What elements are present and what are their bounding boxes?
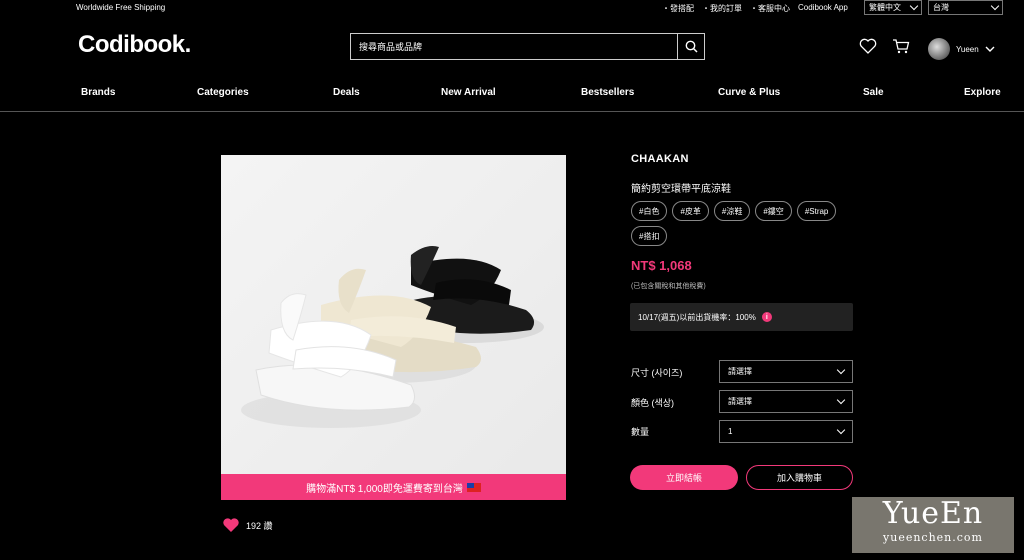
heart-filled-icon — [223, 518, 239, 532]
top-links: ・發搭配 ・我的訂單 ・客服中心 Codibook App — [662, 3, 848, 14]
cart-icon — [893, 39, 910, 54]
search-input[interactable] — [351, 34, 677, 59]
nav-curve-plus[interactable]: Curve & Plus — [718, 87, 780, 98]
nav-brands[interactable]: Brands — [81, 87, 115, 98]
top-link-app[interactable]: Codibook App — [798, 3, 848, 14]
buy-now-button[interactable]: 立即結帳 — [630, 465, 738, 490]
tag-list: #白色 #皮革 #涼鞋 #鏤空 #Strap #搭扣 — [631, 201, 841, 246]
free-shipping-banner: 購物滿NT$ 1,000即免運費寄到台灣 — [221, 474, 566, 500]
quantity-value: 1 — [728, 427, 733, 436]
taiwan-flag-icon — [466, 482, 481, 492]
nav-categories[interactable]: Categories — [197, 87, 249, 98]
chevron-down-icon — [836, 425, 846, 435]
watermark: YueEn yueenchen.com — [852, 497, 1014, 553]
product-brand[interactable]: CHAAKAN — [631, 153, 689, 165]
color-value: 請選擇 — [728, 397, 752, 406]
chevron-down-icon — [990, 1, 1000, 11]
watermark-title: YueEn — [882, 496, 984, 531]
nav-explore[interactable]: Explore — [964, 87, 1001, 98]
user-name: Yueen — [956, 44, 979, 54]
chevron-down-icon — [836, 365, 846, 375]
wishlist-button[interactable] — [859, 38, 877, 59]
user-menu[interactable]: Yueen — [928, 38, 995, 60]
product-price: NT$ 1,068 — [631, 258, 692, 273]
shipping-estimate: 10/17(週五)以前出貨機率：100% i — [630, 303, 853, 331]
tag-item[interactable]: #涼鞋 — [713, 201, 751, 221]
info-icon[interactable]: i — [761, 312, 772, 322]
like-count: 192 讚 — [246, 520, 273, 531]
tag-item[interactable]: #搭扣 — [631, 226, 668, 246]
top-link-support[interactable]: ・客服中心 — [750, 3, 790, 14]
size-select[interactable]: 請選擇 — [719, 360, 853, 383]
chevron-down-icon — [985, 46, 995, 52]
tag-item[interactable]: #皮革 — [672, 201, 709, 221]
color-label: 顏色 (색상) — [631, 398, 675, 408]
top-bar: Worldwide Free Shipping ・發搭配 ・我的訂單 ・客服中心… — [0, 0, 1024, 16]
tag-item[interactable]: #Strap — [796, 201, 837, 221]
add-to-cart-button[interactable]: 加入購物車 — [746, 465, 853, 490]
product-name: 簡約剪空環帶平底涼鞋 — [631, 184, 731, 195]
top-link-outfits[interactable]: ・發搭配 — [662, 3, 694, 14]
nav-divider — [0, 111, 1024, 112]
shipping-estimate-text: 10/17(週五)以前出貨機率：100% — [638, 312, 756, 322]
language-value: 繁體中文 — [869, 3, 901, 12]
main-nav: Brands Categories Deals New Arrival Best… — [0, 87, 1024, 99]
chevron-down-icon — [909, 1, 919, 11]
search-icon — [685, 40, 698, 53]
nav-deals[interactable]: Deals — [333, 87, 360, 98]
region-value: 台灣 — [933, 3, 949, 12]
tag-item[interactable]: #白色 — [631, 201, 668, 221]
quantity-select[interactable]: 1 — [719, 420, 853, 443]
nav-new-arrival[interactable]: New Arrival — [441, 87, 496, 98]
site-logo[interactable]: Codibook. — [78, 31, 191, 59]
tag-item[interactable]: #鏤空 — [755, 201, 792, 221]
search-bar — [350, 33, 705, 60]
product-image[interactable]: 購物滿NT$ 1,000即免運費寄到台灣 — [221, 155, 566, 500]
watermark-url: yueenchen.com — [883, 531, 983, 544]
top-link-orders[interactable]: ・我的訂單 — [702, 3, 742, 14]
size-label: 尺寸 (사이즈) — [631, 368, 683, 378]
cart-button[interactable] — [892, 38, 910, 59]
heart-icon — [859, 38, 877, 54]
color-select[interactable]: 請選擇 — [719, 390, 853, 413]
nav-sale[interactable]: Sale — [863, 87, 884, 98]
quantity-label: 數量 — [631, 427, 650, 437]
language-select[interactable]: 繁體中文 — [864, 0, 922, 15]
search-button[interactable] — [677, 34, 704, 59]
avatar — [928, 38, 950, 60]
like-button[interactable]: 192 讚 — [222, 517, 273, 533]
size-value: 請選擇 — [728, 367, 752, 376]
region-select[interactable]: 台灣 — [928, 0, 1003, 15]
tax-note: (已包含關稅和其他稅費) — [631, 283, 706, 290]
sandals-image — [241, 246, 544, 428]
chevron-down-icon — [836, 395, 846, 405]
free-shipping-text: Worldwide Free Shipping — [76, 3, 166, 12]
nav-bestsellers[interactable]: Bestsellers — [581, 87, 634, 98]
banner-text: 購物滿NT$ 1,000即免運費寄到台灣 — [306, 483, 463, 495]
